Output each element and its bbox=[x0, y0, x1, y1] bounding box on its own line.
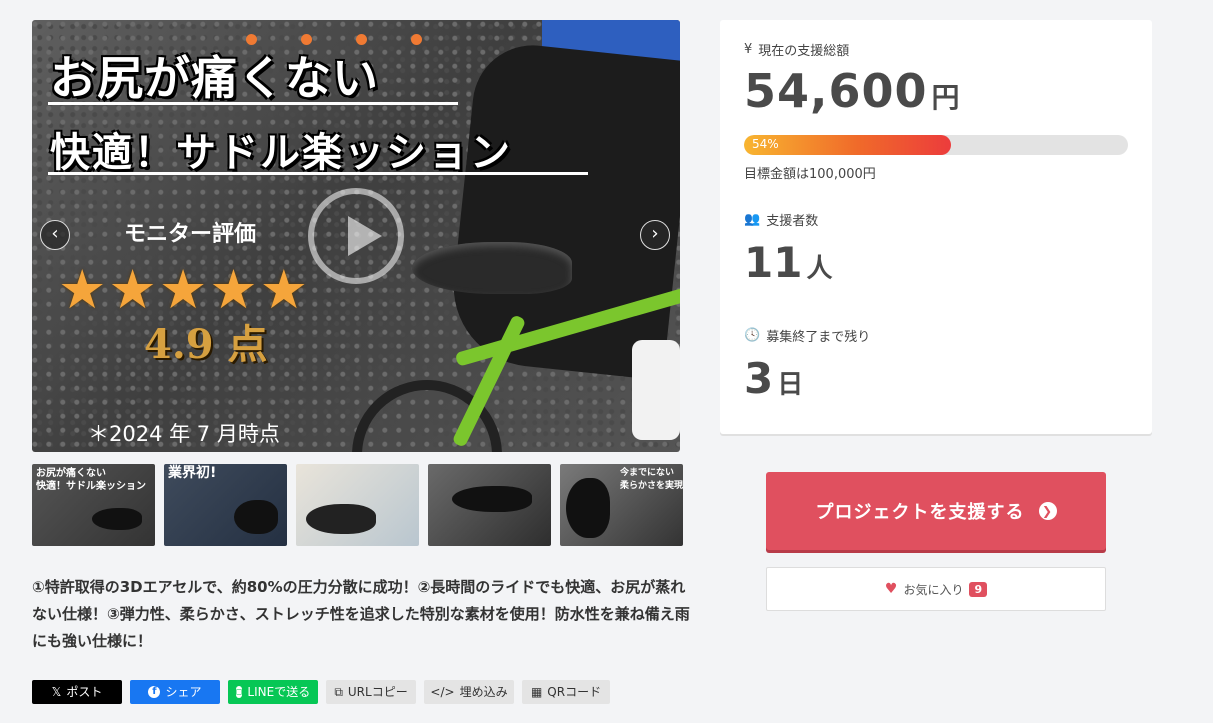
remaining-value: 3 bbox=[744, 354, 774, 403]
saddle-image bbox=[234, 500, 278, 534]
funding-progress-bar: 54% bbox=[744, 135, 1128, 155]
remaining-heading: 🕓 募集終了まで残り bbox=[744, 326, 870, 345]
total-funding-amount: 54,600 円 bbox=[744, 64, 961, 118]
heart-icon: ♥ bbox=[884, 581, 898, 597]
supporters-heading: 👥 支援者数 bbox=[744, 210, 818, 229]
remaining-unit: 日 bbox=[777, 370, 804, 400]
code-icon: </> bbox=[430, 685, 455, 699]
saddle-image bbox=[92, 508, 142, 530]
hero-title-line1: お尻が痛くない bbox=[50, 51, 379, 105]
amount-value: 54,600 bbox=[744, 64, 928, 118]
date-note: ＊2024 年 7 月時点 bbox=[88, 422, 280, 446]
play-icon[interactable] bbox=[308, 188, 404, 284]
share-facebook-button[interactable]: f シェア bbox=[130, 680, 220, 704]
clock-icon: 🕓 bbox=[744, 328, 761, 343]
share-bar: 𝕏 ポスト f シェア ◻ LINEで送る ⧉ URLコピー </> 埋め込み … bbox=[32, 680, 610, 704]
qr-icon: ▦ bbox=[530, 685, 543, 699]
chevron-right-icon[interactable]: › bbox=[640, 220, 670, 250]
users-icon: 👥 bbox=[744, 212, 761, 227]
supporters-value: 11 bbox=[744, 238, 803, 287]
thumbnail-caption: 今までにない 柔らかさを実現 bbox=[620, 468, 683, 491]
divider bbox=[48, 172, 588, 175]
share-line-label: LINEで送る bbox=[247, 685, 311, 699]
thumbnail-caption: 業界初! bbox=[168, 465, 217, 481]
share-x-button[interactable]: 𝕏 ポスト bbox=[32, 680, 122, 704]
x-logo-icon: 𝕏 bbox=[51, 685, 62, 699]
facebook-icon: f bbox=[148, 686, 161, 698]
thumbnail-caption: お尻が痛くない 快適！サドル楽ッション bbox=[36, 468, 146, 492]
share-facebook-label: シェア bbox=[165, 685, 202, 699]
line-icon: ◻ bbox=[235, 686, 243, 698]
yen-icon: ¥ bbox=[744, 42, 753, 57]
thumbnail-strip: お尻が痛くない 快適！サドル楽ッション 業界初! 今までにない 柔らかさを実現 bbox=[32, 464, 683, 546]
embed-label: 埋め込み bbox=[459, 685, 508, 699]
remaining-days: 3日 bbox=[744, 354, 803, 403]
total-funding-label: 現在の支援総額 bbox=[758, 44, 850, 59]
saddle-cushion bbox=[412, 242, 572, 294]
amount-unit: 円 bbox=[931, 81, 961, 114]
monitor-label: モニター評価 bbox=[124, 221, 257, 247]
remaining-label: 募集終了まで残り bbox=[766, 330, 871, 345]
thumbnail[interactable]: お尻が痛くない 快適！サドル楽ッション bbox=[32, 464, 155, 546]
favorite-button[interactable]: ♥ お気に入り 9 bbox=[766, 567, 1106, 611]
support-project-button[interactable]: プロジェクトを支援する ❯ bbox=[766, 472, 1106, 550]
goal-amount: 目標金額は100,000円 bbox=[744, 167, 876, 182]
chevron-right-circle-icon: ❯ bbox=[1038, 502, 1057, 520]
favorite-count-badge: 9 bbox=[969, 581, 988, 597]
saddle-image bbox=[452, 486, 532, 512]
hero-image[interactable]: お尻が痛くない 快適！サドル楽ッション モニター評価 ★★★★★ 4.9 点 ＊… bbox=[32, 20, 680, 452]
thumbnail[interactable]: 今までにない 柔らかさを実現 bbox=[560, 464, 683, 546]
total-funding-heading: ¥ 現在の支援総額 bbox=[744, 40, 849, 59]
supporters-label: 支援者数 bbox=[766, 214, 819, 229]
qr-code-label: QRコード bbox=[547, 685, 602, 699]
support-project-label: プロジェクトを支援する bbox=[815, 502, 1025, 523]
copy-icon: ⧉ bbox=[334, 685, 343, 699]
funding-stats-panel: ¥ 現在の支援総額 54,600 円 54% 目標金額は100,000円 👥 支援… bbox=[720, 20, 1152, 434]
saddle-image bbox=[306, 504, 376, 534]
copy-url-label: URLコピー bbox=[347, 685, 408, 699]
supporters-count: 11 人 bbox=[744, 238, 832, 287]
chevron-left-icon[interactable]: ‹ bbox=[40, 220, 70, 250]
rating-score: 4.9 点 bbox=[144, 321, 268, 368]
thumbnail[interactable] bbox=[428, 464, 551, 546]
rider-sock bbox=[632, 340, 680, 440]
embed-button[interactable]: </> 埋め込み bbox=[424, 680, 514, 704]
share-x-label: ポスト bbox=[66, 685, 103, 699]
saddle-image bbox=[566, 478, 610, 538]
progress-percent: 54% bbox=[752, 137, 779, 151]
favorite-label: お気に入り bbox=[903, 582, 964, 597]
divider bbox=[48, 102, 458, 105]
thumbnail[interactable] bbox=[296, 464, 419, 546]
copy-url-button[interactable]: ⧉ URLコピー bbox=[326, 680, 416, 704]
hero-title-line2: 快適！サドル楽ッション bbox=[50, 130, 512, 176]
supporters-unit: 人 bbox=[806, 254, 833, 284]
qr-code-button[interactable]: ▦ QRコード bbox=[522, 680, 610, 704]
project-description: ①特許取得の3Dエアセルで、約80%の圧力分散に成功！②長時間のライドでも快適、… bbox=[32, 578, 690, 650]
share-line-button[interactable]: ◻ LINEで送る bbox=[228, 680, 318, 704]
thumbnail[interactable]: 業界初! bbox=[164, 464, 287, 546]
